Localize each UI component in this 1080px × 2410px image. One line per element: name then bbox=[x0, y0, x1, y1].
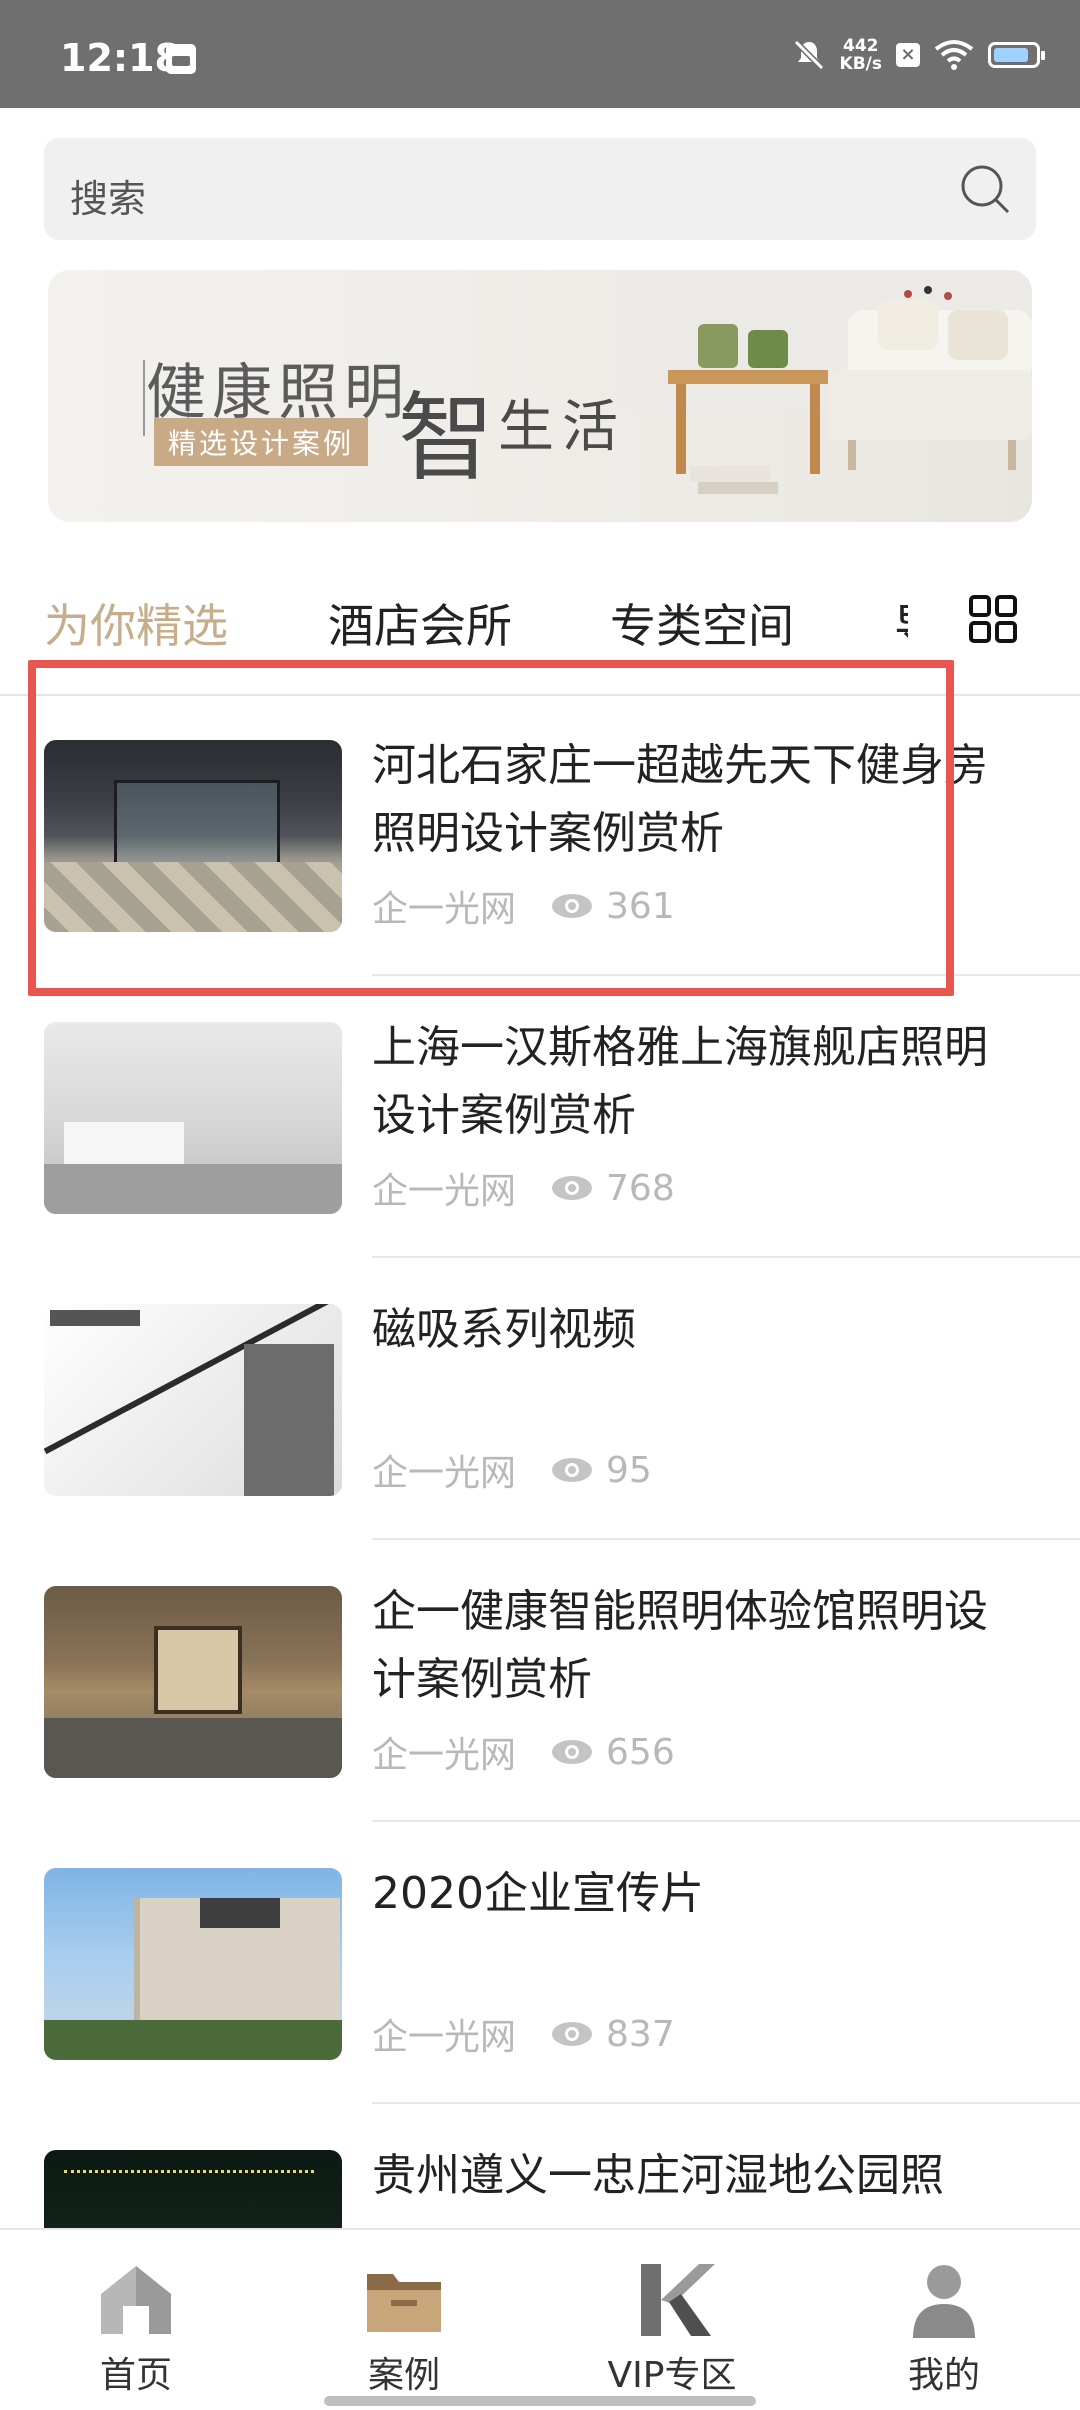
category-tabs: 为你精选 酒店会所 专类空间 导 bbox=[0, 580, 1080, 666]
nav-vip[interactable]: VIP专区 bbox=[572, 2260, 772, 2398]
article-title: 企一健康智能照明体验馆照明设计案例赏析 bbox=[372, 1586, 988, 1705]
banner-subtitle: 精选设计案例 bbox=[154, 418, 369, 466]
article-meta: 企一光网 95 bbox=[372, 1444, 652, 1496]
article-meta: 企一光网 768 bbox=[372, 1162, 675, 1214]
article-views: 656 bbox=[606, 1731, 675, 1773]
tab-partial[interactable]: 导 bbox=[894, 590, 908, 646]
article-thumbnail bbox=[44, 1868, 342, 2060]
article-views: 95 bbox=[606, 1449, 652, 1491]
bottom-nav: 首页 案例 VIP专区 我的 bbox=[0, 2228, 1080, 2410]
battery-icon bbox=[988, 42, 1045, 68]
net-speed-value: 442 bbox=[843, 36, 879, 56]
article-source: 企一光网 bbox=[372, 1171, 517, 1212]
eye-icon bbox=[552, 1458, 593, 1482]
tab-hotel-club[interactable]: 酒店会所 bbox=[328, 590, 512, 656]
article-source: 企一光网 bbox=[372, 1453, 517, 1494]
highlight-box bbox=[28, 660, 954, 996]
status-bar: 12:18 442 KB/s × bbox=[0, 0, 1080, 108]
promo-banner[interactable]: 健康照明 精选设计案例 智 生活 bbox=[48, 270, 1032, 522]
eye-icon bbox=[552, 1740, 593, 1764]
nav-me-label: 我的 bbox=[907, 2355, 980, 2396]
article-thumbnail bbox=[44, 1304, 342, 1496]
eye-icon bbox=[552, 2022, 593, 2046]
article-thumbnail bbox=[44, 1022, 342, 1214]
banner-tail: 生活 bbox=[498, 395, 626, 460]
article-title: 磁吸系列视频 bbox=[372, 1304, 636, 1355]
list-item[interactable]: 企一健康智能照明体验馆照明设计案例赏析 企一光网 656 bbox=[0, 1540, 1080, 1822]
nav-vip-label: VIP专区 bbox=[607, 2355, 737, 2396]
vip-k-icon bbox=[641, 2264, 715, 2336]
article-views: 768 bbox=[606, 1167, 675, 1209]
status-time: 12:18 bbox=[60, 36, 181, 80]
article-title: 贵州遵义一忠庄河湿地公园照 bbox=[372, 2150, 944, 2201]
wifi-icon bbox=[934, 40, 974, 70]
search-icon[interactable] bbox=[958, 162, 1012, 216]
list-item[interactable]: 上海一汉斯格雅上海旗舰店照明设计案例赏析 企一光网 768 bbox=[0, 976, 1080, 1258]
user-icon bbox=[913, 2265, 975, 2338]
network-speed: 442 KB/s bbox=[840, 37, 882, 73]
tab-featured[interactable]: 为你精选 bbox=[44, 590, 228, 656]
article-views: 837 bbox=[606, 2013, 675, 2055]
nav-home-label: 首页 bbox=[99, 2355, 172, 2396]
nav-cases[interactable]: 案例 bbox=[304, 2260, 504, 2398]
tab-special-space[interactable]: 专类空间 bbox=[610, 590, 794, 656]
list-item[interactable]: 磁吸系列视频 企一光网 95 bbox=[0, 1258, 1080, 1540]
home-indicator[interactable] bbox=[324, 2396, 756, 2406]
nav-me[interactable]: 我的 bbox=[844, 2260, 1044, 2398]
article-title: 2020企业宣传片 bbox=[372, 1868, 704, 1919]
calendar-icon bbox=[166, 44, 196, 74]
banner-big-char: 智 bbox=[398, 382, 494, 494]
article-meta: 企一光网 656 bbox=[372, 1726, 675, 1778]
search-placeholder: 搜索 bbox=[70, 177, 147, 221]
article-title: 上海一汉斯格雅上海旗舰店照明设计案例赏析 bbox=[372, 1022, 988, 1141]
search-bar[interactable]: 搜索 bbox=[44, 138, 1036, 240]
folder-icon bbox=[367, 2274, 441, 2332]
article-source: 企一光网 bbox=[372, 2017, 517, 2058]
list-item[interactable]: 2020企业宣传片 企一光网 837 bbox=[0, 1822, 1080, 2104]
eye-icon bbox=[552, 1176, 593, 1200]
article-thumbnail bbox=[44, 1586, 342, 1778]
article-meta: 企一光网 837 bbox=[372, 2008, 675, 2060]
nav-home[interactable]: 首页 bbox=[36, 2260, 236, 2398]
grid-icon[interactable] bbox=[968, 594, 1018, 644]
home-icon bbox=[101, 2266, 171, 2334]
nav-cases-label: 案例 bbox=[367, 2355, 440, 2396]
net-speed-unit: KB/s bbox=[839, 54, 882, 74]
article-source: 企一光网 bbox=[372, 1735, 517, 1776]
sim-icon: × bbox=[896, 43, 920, 67]
status-icons: 442 KB/s × bbox=[792, 30, 1045, 80]
mute-icon bbox=[793, 39, 824, 71]
